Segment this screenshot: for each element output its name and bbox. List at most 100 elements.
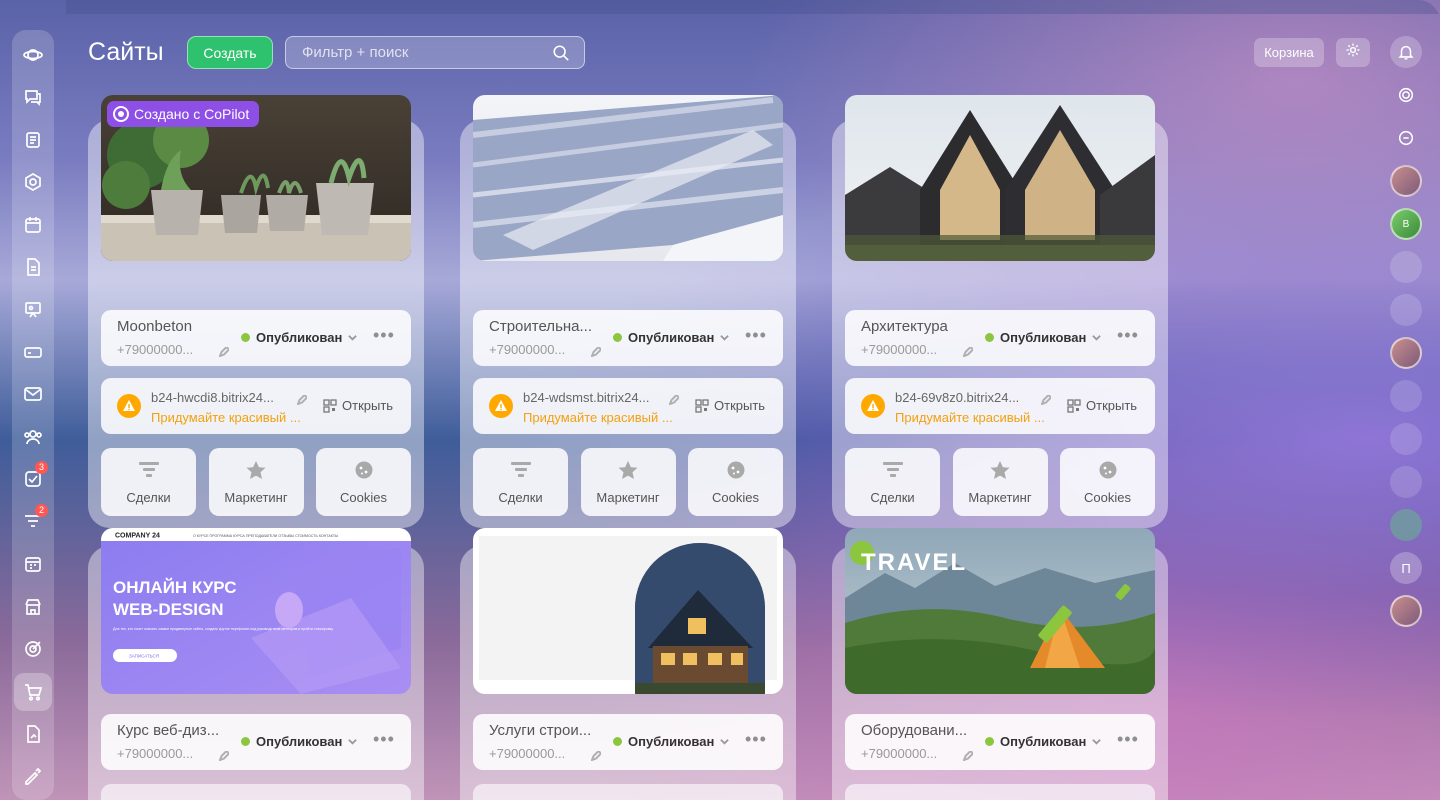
more-menu-button[interactable]: ••• xyxy=(373,325,395,346)
settings-button[interactable] xyxy=(1336,38,1370,67)
avatar[interactable]: B xyxy=(1390,208,1422,240)
sidebar-item-presentation[interactable] xyxy=(14,291,52,329)
marketing-button[interactable]: Маркетинг xyxy=(952,448,1048,516)
status-label: Опубликован xyxy=(628,330,715,345)
sidebar-item-chat[interactable] xyxy=(14,78,52,116)
deals-button[interactable]: Сделки xyxy=(101,448,196,516)
site-name[interactable]: Оборудовани... xyxy=(861,722,973,739)
sidebar-item-calendar[interactable] xyxy=(14,206,52,244)
status-label: Опубликован xyxy=(1000,734,1087,749)
sidebar-item-tasks[interactable]: 3 xyxy=(14,460,52,498)
avatar[interactable]: П xyxy=(1390,552,1422,584)
marketing-button[interactable]: Маркетинг xyxy=(208,448,304,516)
marketing-button[interactable]: Маркетинг xyxy=(580,448,676,516)
cookies-button[interactable]: Cookies xyxy=(688,448,783,516)
open-site-button[interactable]: Открыть xyxy=(323,398,393,413)
copilot-badge-label: Создано с CoPilot xyxy=(134,106,250,122)
video-icon[interactable] xyxy=(1390,509,1422,541)
deals-button[interactable]: Сделки xyxy=(845,448,940,516)
edit-pencil-icon[interactable] xyxy=(962,748,975,762)
more-menu-button[interactable]: ••• xyxy=(745,325,767,346)
warning-icon xyxy=(489,394,513,418)
site-preview-image[interactable]: COMPANY 24 О КУРСЕ ПРОГРАММА КУРСА ПРЕПО… xyxy=(101,528,411,694)
avatar[interactable] xyxy=(1390,165,1422,197)
status-dropdown[interactable]: Опубликован xyxy=(985,330,1102,345)
site-preview-image[interactable] xyxy=(845,95,1155,261)
sidebar-item-schedule[interactable] xyxy=(14,545,52,583)
site-preview-image[interactable] xyxy=(473,528,783,694)
cookie-icon xyxy=(1099,461,1116,478)
sidebar-item-signature[interactable] xyxy=(14,757,52,795)
sidebar-item-document[interactable] xyxy=(14,248,52,286)
presentation-icon xyxy=(25,301,41,318)
edit-pencil-icon[interactable] xyxy=(590,344,603,358)
deals-button[interactable]: Сделки xyxy=(473,448,568,516)
sidebar-item-store[interactable] xyxy=(14,588,52,626)
app-window: 32 Сайты Создать Корзина B П xyxy=(0,0,1440,800)
edit-pencil-icon[interactable] xyxy=(962,344,975,358)
group-chat-icon[interactable] xyxy=(1390,251,1422,283)
search-box[interactable] xyxy=(285,36,585,69)
open-site-button[interactable]: Открыть xyxy=(1067,398,1137,413)
copilot-icon[interactable] xyxy=(1390,79,1422,111)
sidebar-item-mail[interactable] xyxy=(14,376,52,414)
domain-hint-link[interactable]: Придумайте красивый ... xyxy=(895,410,1045,425)
domain-hint-link[interactable]: Придумайте красивый ... xyxy=(523,410,673,425)
edit-pencil-icon[interactable] xyxy=(590,748,603,762)
search-input[interactable] xyxy=(286,37,536,68)
cookies-button[interactable]: Cookies xyxy=(316,448,411,516)
thumb-nav: О КУРСЕ ПРОГРАММА КУРСА ПРЕПОДАВАТЕЛИ ОТ… xyxy=(193,534,338,538)
status-dropdown[interactable]: Опубликован xyxy=(241,330,358,345)
site-name[interactable]: Курс веб-диз... xyxy=(117,722,229,739)
chevron-down-icon xyxy=(1092,333,1102,342)
edit-domain-icon[interactable] xyxy=(668,392,681,406)
avatar[interactable] xyxy=(1390,595,1422,627)
sidebar-item-drive[interactable] xyxy=(14,333,52,371)
sidebar-item-planet[interactable] xyxy=(14,36,52,74)
site-preview-image[interactable]: TRAVEL xyxy=(845,528,1155,694)
site-name[interactable]: Строительна... xyxy=(489,318,601,335)
group-chat-icon[interactable] xyxy=(1390,294,1422,326)
avatar[interactable] xyxy=(1390,337,1422,369)
video-icon[interactable] xyxy=(1390,466,1422,498)
status-dropdown[interactable]: Опубликован xyxy=(613,734,730,749)
sidebar-item-hexagon[interactable] xyxy=(14,163,52,201)
edit-domain-icon[interactable] xyxy=(1040,392,1053,406)
sidebar-item-sign-document[interactable] xyxy=(14,715,52,753)
site-name[interactable]: Архитектура xyxy=(861,318,973,335)
sidebar-item-contacts[interactable] xyxy=(14,418,52,456)
more-menu-button[interactable]: ••• xyxy=(373,729,395,750)
cookies-button[interactable]: Cookies xyxy=(1060,448,1155,516)
more-menu-button[interactable]: ••• xyxy=(745,729,767,750)
status-dropdown[interactable]: Опубликован xyxy=(241,734,358,749)
chat-bubble-icon[interactable] xyxy=(1390,122,1422,154)
filter-icon xyxy=(138,461,159,477)
create-button[interactable]: Создать xyxy=(187,36,273,69)
more-menu-button[interactable]: ••• xyxy=(1117,325,1139,346)
site-preview-image[interactable] xyxy=(473,95,783,261)
store-icon xyxy=(25,598,41,615)
search-icon[interactable] xyxy=(552,44,570,62)
marketing-label: Маркетинг xyxy=(968,489,1032,505)
bell-icon[interactable] xyxy=(1390,36,1422,68)
sidebar-item-crm-filter[interactable]: 2 xyxy=(14,503,52,541)
site-preview-image[interactable]: Создано с CoPilot xyxy=(101,95,411,261)
cart-button[interactable]: Корзина xyxy=(1254,38,1324,67)
deals-label: Сделки xyxy=(870,489,915,505)
domain-hint-link[interactable]: Придумайте красивый ... xyxy=(151,410,301,425)
avatar[interactable] xyxy=(1390,423,1422,455)
status-dropdown[interactable]: Опубликован xyxy=(613,330,730,345)
domain-info: b24-69v8z0.bitrix24... Придумайте красив… xyxy=(845,378,1155,434)
edit-pencil-icon[interactable] xyxy=(218,344,231,358)
site-name[interactable]: Услуги строи... xyxy=(489,722,601,739)
more-menu-button[interactable]: ••• xyxy=(1117,729,1139,750)
open-site-button[interactable]: Открыть xyxy=(695,398,765,413)
edit-pencil-icon[interactable] xyxy=(218,748,231,762)
site-name[interactable]: Moonbeton xyxy=(117,318,229,335)
sidebar-item-feed[interactable] xyxy=(14,121,52,159)
sidebar-item-cart[interactable] xyxy=(14,672,52,711)
status-dropdown[interactable]: Опубликован xyxy=(985,734,1102,749)
edit-domain-icon[interactable] xyxy=(296,392,309,406)
chat-icon[interactable] xyxy=(1390,380,1422,412)
sidebar-item-target[interactable] xyxy=(14,630,52,668)
